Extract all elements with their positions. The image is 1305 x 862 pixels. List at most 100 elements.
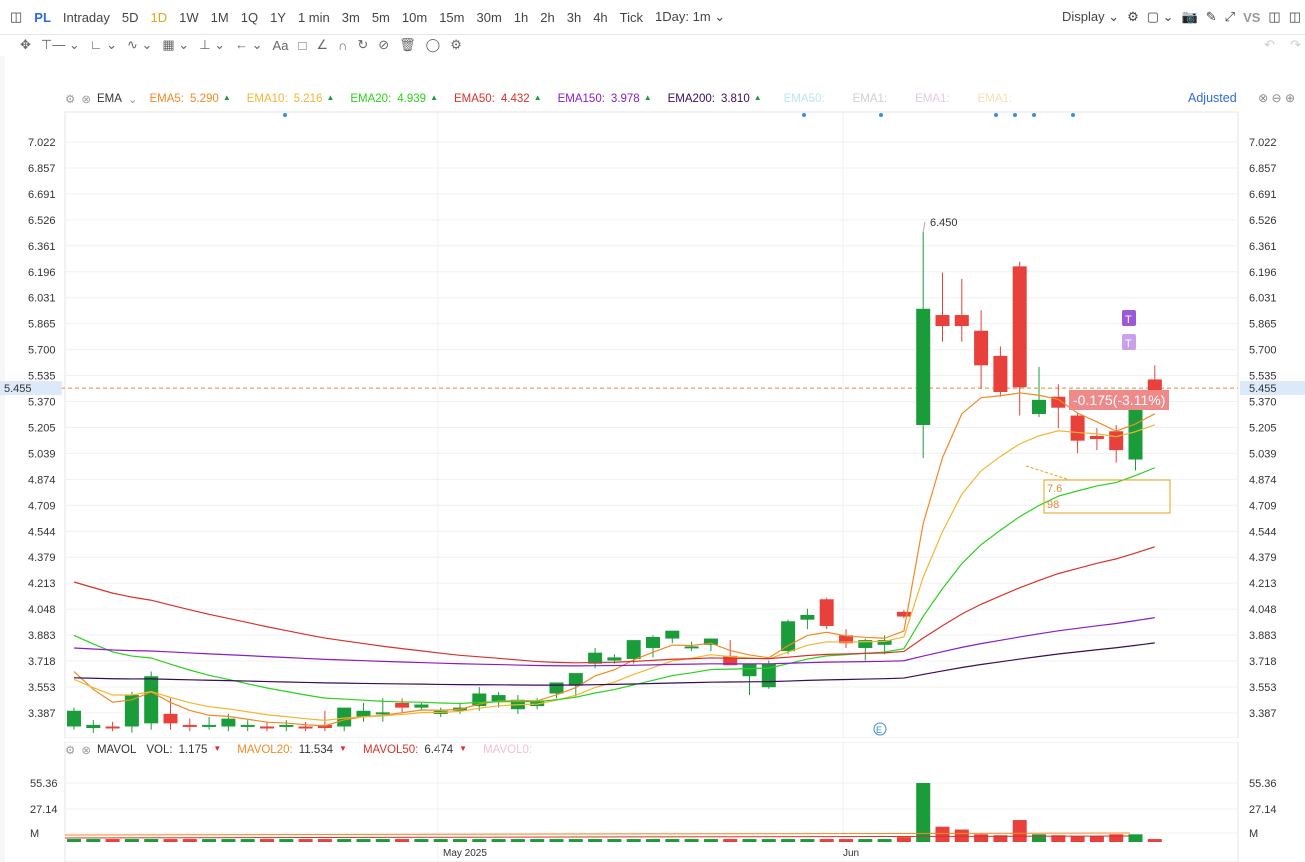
volume-bar [530, 839, 545, 842]
y-tick-label-right: 3.553 [1249, 682, 1277, 694]
candle-body [896, 611, 911, 617]
volume-bar [105, 839, 120, 842]
ema-200-line [73, 642, 1155, 686]
y-tick-label-left: 5.205 [28, 422, 56, 434]
y-tick-label-left: 4.213 [28, 578, 56, 590]
y-tick-label-right: 5.535 [1249, 371, 1277, 383]
earnings-marker-label: E [876, 725, 882, 735]
y-tick-label-left: 6.196 [28, 267, 56, 279]
volume-bar [375, 839, 390, 842]
y-tick-label-left: 4.544 [28, 526, 56, 538]
y-tick-label-left: 3.718 [28, 656, 56, 668]
candle-body [144, 676, 159, 724]
volume-bar [124, 839, 139, 842]
volume-bar [1128, 834, 1143, 842]
volume-bar [317, 839, 332, 842]
volume-bar [839, 839, 853, 842]
volume-pane-frame [64, 741, 1239, 862]
volume-bar [858, 839, 873, 842]
y-tick-label-right: 4.544 [1249, 526, 1277, 538]
annotation-box [1043, 479, 1171, 514]
volume-tick-left: M [30, 828, 39, 840]
y-tick-label-left: 3.553 [28, 682, 56, 694]
y-tick-label-left: 4.709 [28, 500, 56, 512]
price-chart[interactable]: 7.022 7.022 6.857 6.857 6.691 6.691 6.526 6.526… [0, 0, 1305, 862]
volume-bar [626, 839, 641, 842]
volume-bar [86, 839, 101, 842]
y-tick-label-right: 4.709 [1249, 500, 1277, 512]
volume-bar [877, 839, 892, 842]
y-tick-label-right: 5.205 [1249, 422, 1277, 434]
volume-bar [144, 839, 159, 842]
y-tick-label-right: 3.718 [1249, 656, 1277, 668]
volume-bar [453, 839, 467, 842]
y-tick-label-left: 6.526 [28, 215, 56, 227]
volume-bar [1089, 836, 1104, 842]
y-tick-label-left: 6.361 [28, 241, 56, 253]
volume-bar [472, 839, 487, 842]
mavol50-line [64, 835, 1131, 839]
volume-bar [356, 839, 371, 842]
y-tick-label-left: 4.379 [28, 552, 56, 564]
candle-body [742, 663, 757, 677]
y-tick-label-right: 6.691 [1249, 189, 1277, 201]
candle-body [279, 724, 294, 727]
volume-bar [414, 839, 429, 842]
y-tick-label-right: 5.370 [1249, 397, 1277, 409]
candle-body [1012, 266, 1027, 388]
current-price-label-left: 5.455 [4, 383, 32, 395]
candle-body [819, 599, 834, 626]
y-tick-label-left: 6.857 [28, 163, 56, 175]
x-label-may: May 2025 [443, 848, 487, 859]
candle-body [1032, 399, 1046, 414]
volume-bar [395, 839, 410, 842]
y-tick-label-left: 6.691 [28, 189, 56, 201]
ema-5-line [73, 392, 1156, 727]
y-tick-label-right: 6.196 [1249, 267, 1277, 279]
y-tick-label-left: 7.022 [28, 137, 56, 149]
volume-bar [1070, 836, 1085, 842]
y-tick-label-right: 5.039 [1249, 448, 1277, 460]
y-tick-label-left: 4.874 [28, 474, 56, 486]
ema-20-line [73, 467, 1156, 705]
volume-tick-left: 55.36 [30, 778, 58, 790]
event-dot [994, 113, 998, 117]
candle-body [800, 614, 815, 620]
y-tick-label-right: 7.022 [1249, 137, 1277, 149]
volume-bar [568, 839, 583, 842]
volume-bar [800, 839, 815, 842]
volume-bar [163, 839, 178, 842]
candle-body [665, 630, 680, 639]
volume-bar [646, 839, 660, 842]
y-tick-label-left: 5.700 [28, 345, 56, 357]
volume-bar [703, 839, 718, 842]
event-dot [1032, 113, 1036, 117]
y-tick-label-right: 6.526 [1249, 215, 1277, 227]
candle-body [1109, 431, 1124, 451]
candle-body [395, 702, 410, 708]
candle-body [86, 724, 101, 729]
volume-bar [221, 839, 236, 842]
y-tick-label-left: 5.370 [28, 397, 56, 409]
candle-body [549, 682, 564, 694]
volume-bar [684, 839, 699, 842]
y-tick-label-left: 5.535 [28, 371, 56, 383]
volume-bar [819, 839, 834, 842]
y-tick-label-right: 6.031 [1249, 293, 1277, 305]
volume-bar [896, 837, 911, 842]
pane-divider [65, 738, 1238, 742]
y-tick-label-right: 5.865 [1249, 319, 1277, 331]
volume-bar [742, 839, 757, 842]
volume-bar [433, 839, 448, 842]
volume-bar [723, 839, 738, 842]
event-dot [1013, 113, 1017, 117]
candle-body [974, 330, 989, 366]
volume-bar [67, 839, 81, 842]
candle-body [954, 315, 969, 327]
volume-bar [761, 839, 776, 842]
y-tick-label-right: 4.874 [1249, 474, 1277, 486]
candle-body [1070, 415, 1085, 441]
volume-tick-left: 27.14 [30, 804, 58, 816]
price-change-label: -0.175(-3.11%) [1069, 390, 1170, 410]
candle-body [607, 657, 622, 661]
